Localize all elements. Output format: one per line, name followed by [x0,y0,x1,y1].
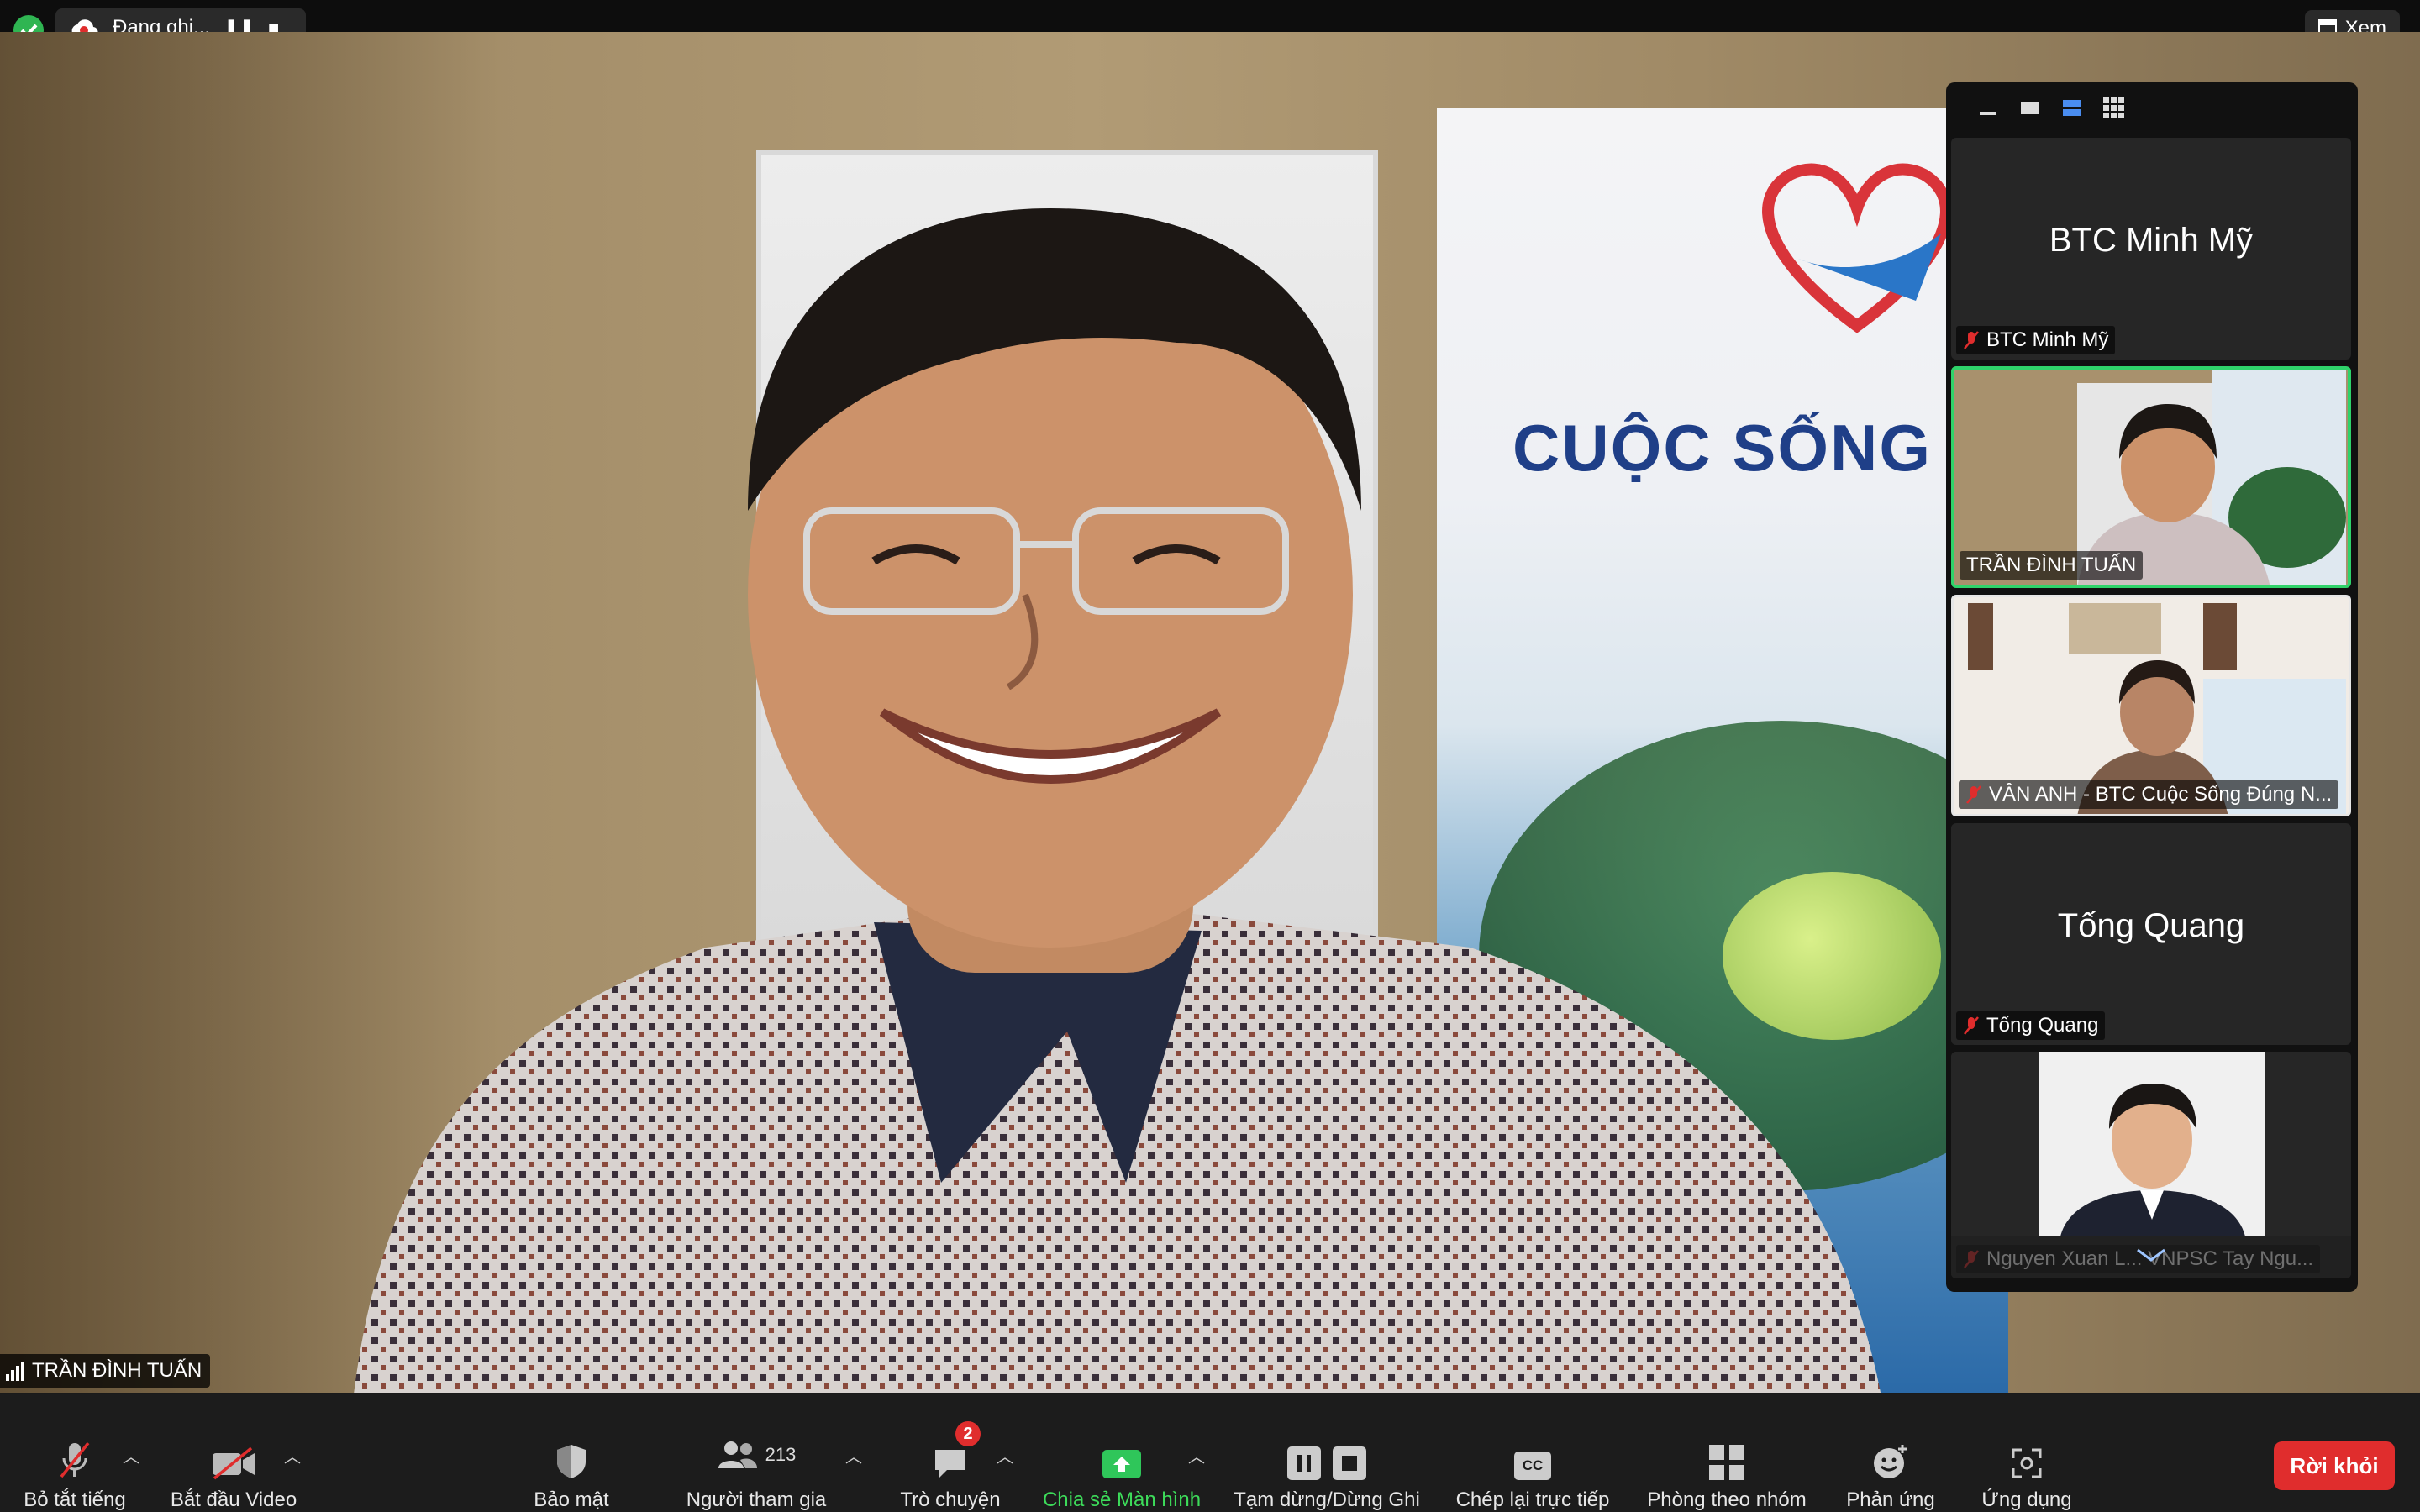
top-bar: Đang ghi... ❚❚ ■ Xem [0,0,2420,47]
reactions-label: Phản ứng [1846,1488,1935,1511]
zoom-meeting-window: Đang ghi... ❚❚ ■ Xem CUỘC SỐNG ĐÚ TRẦN Đ… [0,0,2420,1512]
participant-tile[interactable]: Tống Quang Tống Quang [1951,823,2351,1045]
breakout-rooms-label: Phòng theo nhóm [1647,1488,1807,1511]
participant-name: VÂN ANH - BTC Cuộc Sống Đúng N... [1989,783,2333,806]
participant-name-tag: TRẦN ĐÌNH TUẤN [1960,551,2144,580]
pause-stop-recording-label: Tạm dừng/Dừng Ghi [1234,1488,1420,1511]
mic-muted-icon [1964,331,1979,349]
security-label: Bảo mật [534,1488,609,1511]
unmute-label: Bỏ tắt tiếng [24,1488,126,1511]
security-shield-icon [555,1430,588,1480]
chat-bubble-icon [935,1450,965,1478]
participant-tile[interactable]: Nguyen Xuan L... VNPSC Tay Ngu... [1951,1052,2351,1278]
active-speaker-name: TRẦN ĐÌNH TUẤN [32,1359,203,1382]
security-button[interactable]: Bảo mật [521,1394,622,1512]
apps-label: Ứng dụng [1981,1488,2072,1511]
apps-button[interactable]: Ứng dụng [1971,1394,2082,1512]
mic-muted-icon [1964,1016,1979,1035]
breakout-rooms-button[interactable]: Phòng theo nhóm [1639,1394,1815,1512]
participant-name: TRẦN ĐÌNH TUẤN [1966,554,2137,576]
participants-count: 213 [765,1444,797,1465]
closed-captions-icon: CC [1514,1430,1551,1480]
reactions-smiley-icon [1872,1430,1909,1480]
share-screen-label: Chia sẻ Màn hình [1042,1488,1202,1511]
video-options-chevron-icon[interactable]: ︿ [284,1443,301,1467]
strip-view-icon[interactable] [2060,97,2084,120]
share-options-chevron-icon[interactable]: ︿ [1188,1443,1205,1467]
leave-meeting-button[interactable]: Rời khỏi [2274,1441,2395,1490]
mic-muted-icon [58,1430,92,1480]
chat-button[interactable]: 2 Trò chuyện [892,1394,1008,1512]
chat-options-chevron-icon[interactable]: ︿ [997,1443,1013,1467]
stop-icon [1333,1446,1366,1480]
grid-layout-icon[interactable] [2102,97,2126,120]
mic-muted-icon [1964,1250,1979,1268]
audio-options-chevron-icon[interactable]: ︿ [123,1443,139,1467]
start-video-label: Bắt đầu Video [170,1488,297,1511]
hide-video-icon[interactable] [2018,97,2042,120]
signal-strength-icon [6,1362,24,1381]
breakout-rooms-icon [1709,1430,1744,1480]
participant-name: Tống Quang [1986,1014,2099,1037]
minimize-strip-icon[interactable] [1976,97,2000,120]
live-transcript-button[interactable]: CC Chép lại trực tiếp [1449,1394,1617,1512]
scroll-down-chevron-icon[interactable] [2134,1247,2168,1263]
gallery-view-controls [1946,82,2358,134]
participant-tile[interactable]: VÂN ANH - BTC Cuộc Sống Đúng N... [1951,595,2351,816]
participant-display-name: BTC Minh Mỹ [2049,222,2254,259]
participant-name-tag: VÂN ANH - BTC Cuộc Sống Đúng N... [1959,780,2339,809]
share-screen-button[interactable]: Chia sẻ Màn hình [1035,1394,1208,1512]
participant-name-tag: BTC Minh Mỹ [1956,326,2116,354]
pause-stop-recording-button[interactable]: Tạm dừng/Dừng Ghi [1230,1394,1423,1512]
mic-muted-icon [1966,785,1981,804]
apps-icon [2010,1430,2044,1480]
participant-tile[interactable]: BTC Minh Mỹ BTC Minh Mỹ [1951,138,2351,360]
start-video-button[interactable]: Bắt đầu Video [165,1394,302,1512]
participant-name-tag: Tống Quang [1956,1011,2106,1040]
reactions-button[interactable]: Phản ứng [1839,1394,1943,1512]
share-screen-icon [1101,1430,1143,1480]
participants-options-chevron-icon[interactable]: ︿ [845,1443,862,1467]
meeting-controls-toolbar: Bỏ tắt tiếng ︿ Bắt đầu Video ︿ Bảo mật 2… [0,1394,2420,1512]
video-off-icon [211,1430,256,1480]
speaker-person-image [354,208,1881,1393]
participant-display-name: Tống Quang [2057,907,2245,944]
participant-gallery-strip: BTC Minh Mỹ BTC Minh Mỹ TRẦN ĐÌNH TUẤN V… [1946,82,2358,1292]
active-speaker-name-tag: TRẦN ĐÌNH TUẤN [0,1354,211,1388]
participants-button[interactable]: 213 Người tham gia [681,1394,832,1512]
live-transcript-label: Chép lại trực tiếp [1455,1488,1610,1511]
pause-icon [1287,1446,1321,1480]
participant-name: BTC Minh Mỹ [1986,328,2109,351]
participants-label: Người tham gia [686,1488,827,1511]
unmute-button[interactable]: Bỏ tắt tiếng [20,1394,129,1512]
participants-icon [718,1441,757,1468]
chat-label: Trò chuyện [900,1488,1001,1511]
participant-tile-active-speaker[interactable]: TRẦN ĐÌNH TUẤN [1951,366,2351,588]
chat-unread-badge: 2 [955,1421,981,1446]
